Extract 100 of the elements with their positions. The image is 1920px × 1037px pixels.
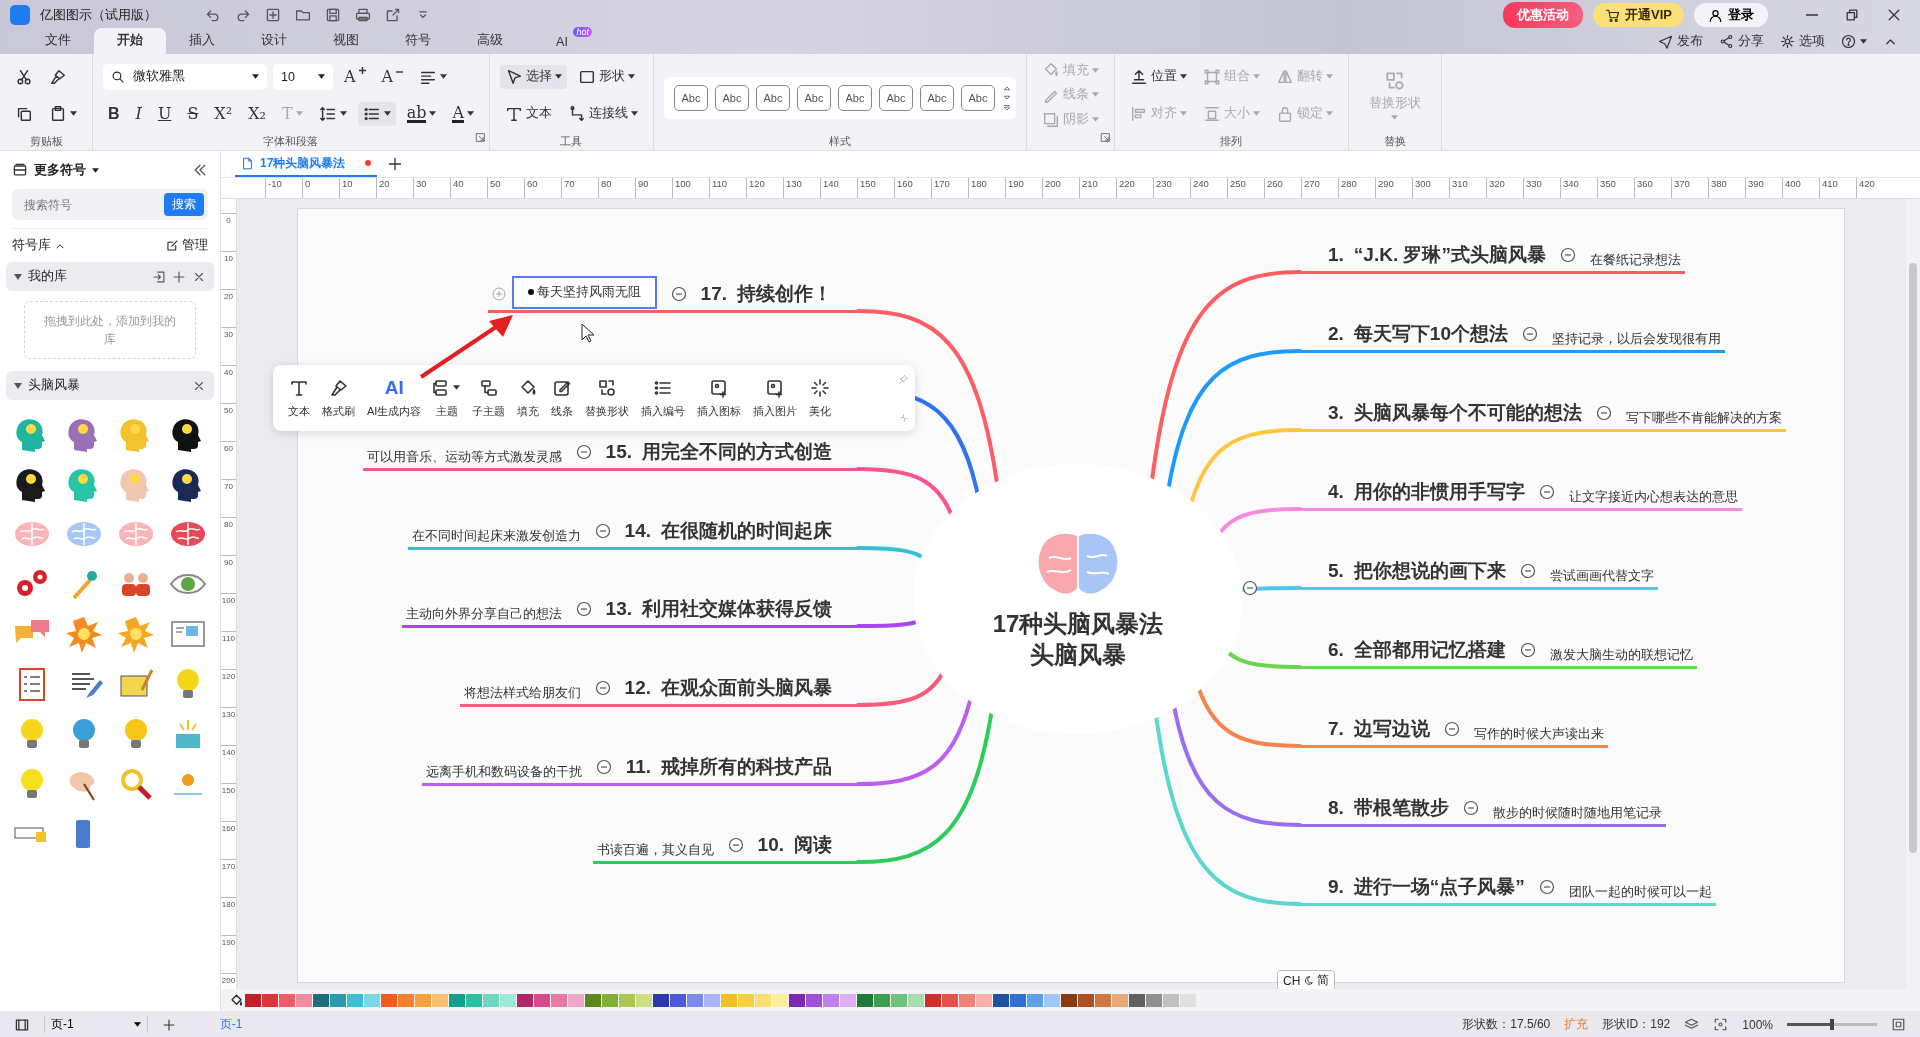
format-button[interactable]: U — [152, 101, 177, 127]
toolbar-button[interactable]: 美化 — [804, 375, 837, 421]
topic-text[interactable]: 1. “J.K. 罗琳”式头脑风暴 — [1328, 241, 1546, 268]
subtopic-text[interactable]: 写下哪些不肯能解决的方案 — [1625, 410, 1782, 427]
topic-text[interactable]: 8. 带根笔散步 — [1328, 794, 1449, 821]
ruler-label: 50 — [487, 178, 524, 198]
topic-text[interactable]: 3. 头脑风暴每个不可能的想法 — [1328, 399, 1582, 426]
library-toggle[interactable]: 符号库 — [12, 237, 66, 254]
menu-tab[interactable]: 高级 — [454, 28, 526, 54]
ruler-label: 240 — [1190, 178, 1227, 198]
subtopic-text[interactable]: 可以用音乐、运动等方式激发灵感 — [366, 449, 562, 466]
toolbar-button[interactable]: 格式刷 — [317, 375, 360, 421]
topic-text[interactable]: 9. 进行一场“点子风暴” — [1328, 873, 1525, 900]
ruler-label: 180 — [221, 900, 236, 911]
topic-text[interactable]: 5. 把你想说的画下来 — [1328, 557, 1506, 584]
topic-text[interactable]: 6. 全部都用记忆搭建 — [1328, 636, 1506, 663]
subtopic-text[interactable]: 让文字接近内心想表达的意思 — [1568, 489, 1738, 506]
format-button[interactable]: A — [447, 101, 479, 126]
login-button[interactable]: 登录 — [1694, 3, 1768, 27]
ribbon-button[interactable]: 连接线 — [563, 101, 643, 126]
section-header[interactable]: 头脑风暴 — [6, 371, 214, 400]
toolbar-button[interactable]: 插入图标 — [692, 375, 747, 421]
topic-text[interactable]: 4. 用你的非惯用手写字 — [1328, 478, 1525, 505]
subtopic-text[interactable]: 团队一起的时候可以一起 — [1568, 884, 1712, 901]
subtopic-text[interactable]: 写作的时候大声读出来 — [1473, 726, 1604, 743]
menu-tab[interactable]: 视图 — [310, 28, 382, 54]
format-button[interactable]: S — [182, 101, 204, 127]
style-swatch[interactable]: Abc — [756, 85, 790, 111]
topic-text[interactable]: 12. 在观众面前头脑风暴 — [624, 674, 832, 701]
toolbar-button[interactable]: 子主题 — [467, 375, 511, 421]
toolbar-button[interactable]: 主题 — [428, 375, 466, 421]
toolbar-button[interactable]: 文本 — [283, 375, 315, 421]
toolbar-button[interactable]: 插入图片 — [748, 375, 803, 421]
header-action[interactable]: 发布 — [1658, 33, 1703, 50]
central-topic[interactable]: 17种头脑风暴法 头脑风暴 — [913, 464, 1243, 734]
format-button[interactable]: X² — [209, 101, 238, 127]
ruler-label: 40 — [450, 178, 487, 198]
manage-button[interactable]: 管理 — [166, 237, 208, 254]
menu-tab[interactable]: 开始 — [94, 28, 166, 54]
symbol-search-field[interactable]: 搜索符号 搜索 — [12, 189, 208, 220]
subtopic-text[interactable]: 远离手机和数码设备的干扰 — [425, 764, 582, 781]
subtopic-text[interactable]: 主动向外界分享自己的想法 — [405, 606, 562, 623]
ribbon-button[interactable]: 选择 — [500, 64, 567, 89]
subtopic-text[interactable]: 在餐纸记录想法 — [1590, 252, 1681, 269]
subtopic-text[interactable]: 激发大脑生动的联想记忆 — [1549, 647, 1693, 664]
ribbon-button[interactable]: 位置 — [1125, 64, 1192, 89]
style-swatch[interactable]: Abc — [674, 85, 708, 111]
menu-tab[interactable]: 文件 — [22, 28, 94, 54]
ribbon-button[interactable]: 文本 — [500, 101, 557, 126]
format-button[interactable]: X₂ — [243, 101, 271, 127]
page-dropdown[interactable]: 页-1 — [44, 1016, 148, 1033]
toolbar-button[interactable]: 填充 — [512, 375, 545, 421]
menu-tab[interactable]: 设计 — [238, 28, 310, 54]
format-button[interactable]: ab — [401, 101, 442, 126]
topic-text[interactable]: 15. 用完全不同的方式创造 — [605, 438, 832, 465]
ruler-label: 310 — [1449, 178, 1486, 198]
search-button[interactable]: 搜索 — [164, 193, 204, 216]
ruler-label: 420 — [1856, 178, 1893, 198]
style-swatch[interactable]: Abc — [715, 85, 749, 111]
menu-tab[interactable]: 插入 — [166, 28, 238, 54]
subtopic-text[interactable]: 在不同时间起床来激发创造力 — [411, 528, 581, 545]
format-button[interactable]: A — [339, 64, 371, 90]
header-action[interactable]: 分享 — [1719, 33, 1764, 50]
page-tab[interactable]: 页-1 — [209, 1016, 253, 1033]
ruler-label: 290 — [1375, 178, 1412, 198]
toolbar-button[interactable]: 替换形状 — [580, 375, 635, 421]
subtopic-text[interactable]: 将想法样式给朋友们 — [463, 685, 581, 702]
style-swatch[interactable]: Abc — [879, 85, 913, 111]
vip-button[interactable]: 开通VIP — [1593, 3, 1684, 27]
topic-text[interactable]: 10. 阅读 — [757, 831, 832, 858]
topic-text[interactable]: 7. 边写边说 — [1328, 715, 1430, 742]
menu-tab[interactable]: 符号 — [382, 28, 454, 54]
format-button[interactable]: A — [376, 64, 409, 90]
subtopic-text[interactable]: 散步的时候随时随地用笔记录 — [1492, 805, 1662, 822]
topic-text[interactable]: 14. 在很随机的时间起床 — [624, 517, 832, 544]
input-method-indicator[interactable]: CH 简 — [1277, 970, 1336, 989]
topic-text[interactable]: 11. 戒掉所有的科技产品 — [625, 753, 832, 780]
panel-title[interactable]: 更多符号 — [34, 161, 86, 179]
toolbar-button[interactable]: AI AI生成内容 — [362, 375, 427, 421]
style-swatch[interactable]: Abc — [961, 85, 995, 111]
font-family-dropdown[interactable]: 微软雅黑 — [103, 63, 267, 90]
format-button[interactable]: I — [130, 101, 147, 127]
topic-text[interactable]: 13. 利用社交媒体获得反馈 — [605, 595, 832, 622]
topic-text[interactable]: 2. 每天写下10个想法 — [1328, 320, 1508, 347]
subtopic-text[interactable]: 坚持记录，以后会发现很有用 — [1552, 331, 1721, 348]
font-size-dropdown[interactable]: 10 — [273, 63, 333, 90]
subtopic-text[interactable]: 每天坚持风雨无阻 — [511, 275, 657, 309]
subtopic-text[interactable]: 书读百遍，其义自见 — [596, 842, 714, 859]
section-header[interactable]: 我的库 — [6, 262, 214, 291]
toolbar-button[interactable]: 线条 — [546, 375, 579, 421]
style-swatch[interactable]: Abc — [838, 85, 872, 111]
style-swatch[interactable]: Abc — [920, 85, 954, 111]
style-swatch[interactable]: Abc — [797, 85, 831, 111]
header-action[interactable]: 选项 — [1780, 33, 1825, 50]
ruler-label: 80 — [598, 178, 635, 198]
subtopic-text[interactable]: 尝试画画代替文字 — [1549, 568, 1654, 585]
topic-text[interactable]: 17. 持续创作！ — [700, 280, 832, 307]
format-button[interactable]: B — [103, 101, 125, 126]
toolbar-button[interactable]: 插入编号 — [636, 375, 691, 421]
ribbon-button[interactable]: 形状 — [573, 64, 640, 89]
